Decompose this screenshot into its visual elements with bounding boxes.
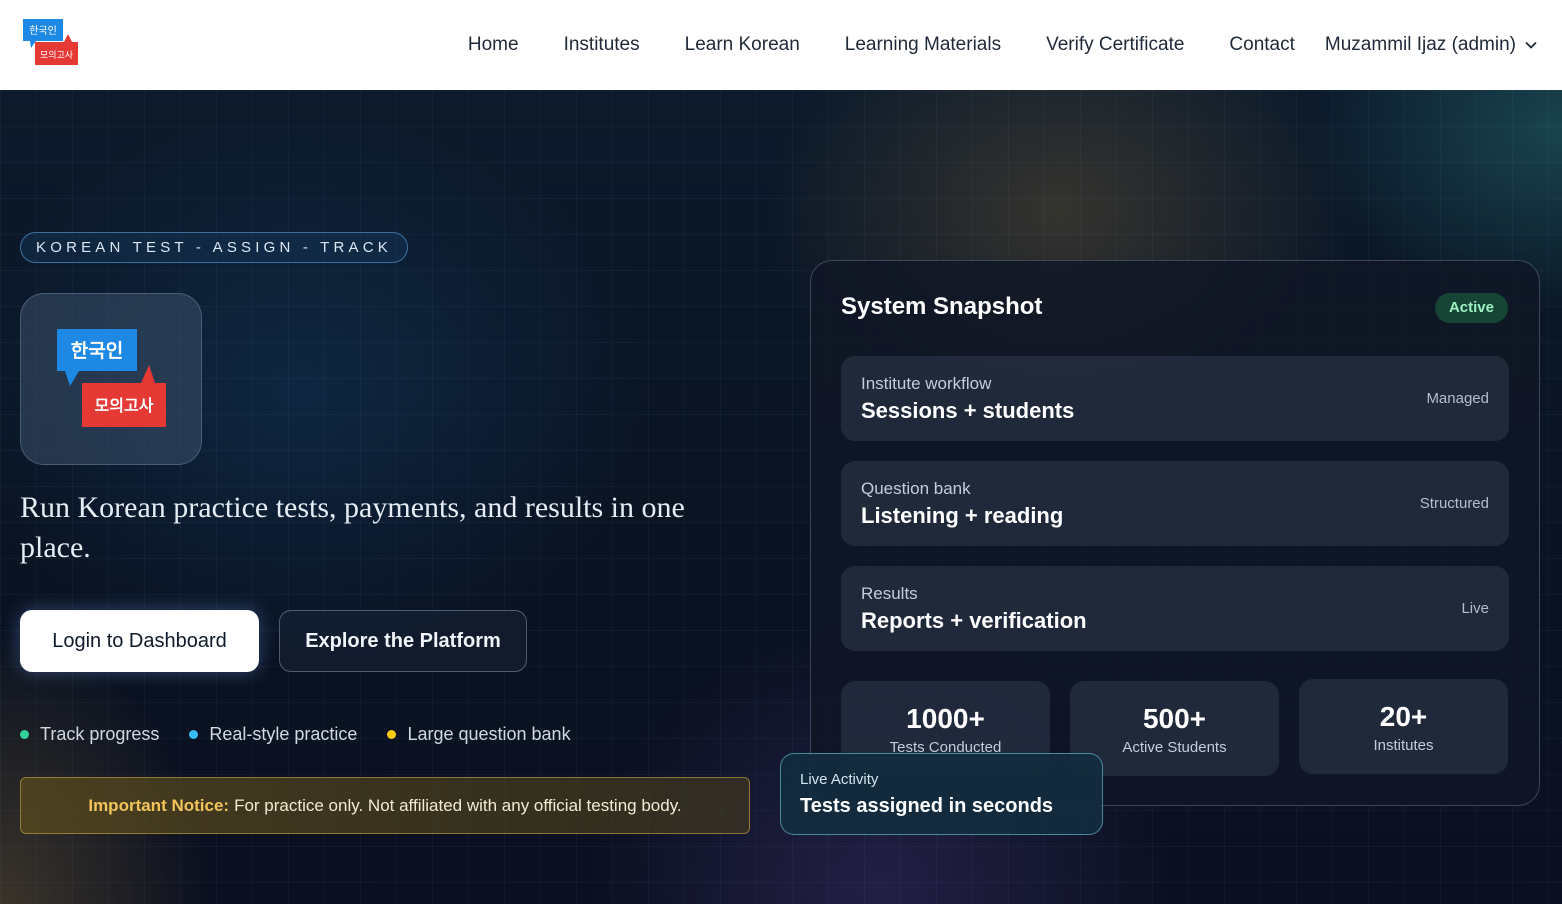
stat-value: 20+ <box>1379 701 1428 732</box>
feature-label: Track progress <box>40 724 160 744</box>
hero-section: KOREAN TEST - ASSIGN - TRACK 한국인 모의고사 Ru… <box>0 90 1562 904</box>
important-notice: Important Notice: For practice only. Not… <box>20 777 750 834</box>
explore-platform-button[interactable]: Explore the Platform <box>279 610 527 672</box>
logo-top-text: 한국인 <box>29 25 57 37</box>
row-value: Sessions + students <box>861 398 1075 423</box>
icon-top-text: 한국인 <box>71 340 123 362</box>
stat-institutes: 20+ Institutes <box>1299 679 1508 774</box>
notice-title: Important Notice: <box>88 795 230 815</box>
snapshot-row-institute: Institute workflow Sessions + students M… <box>841 356 1509 441</box>
brand-logo-icon: 한국인 모의고사 <box>57 329 166 427</box>
notice-text: For practice only. Not affiliated with a… <box>234 795 682 815</box>
nav-link-institutes[interactable]: Institutes <box>564 34 640 56</box>
row-status: Managed <box>1426 390 1489 407</box>
top-navbar: 한국인 모의고사 Home Institutes Learn Korean Le… <box>0 0 1562 90</box>
row-label: Results <box>861 584 918 603</box>
nav-links: Home Institutes Learn Korean Learning Ma… <box>423 0 1538 90</box>
blue-dot-icon <box>189 730 199 739</box>
chevron-down-icon <box>1525 41 1537 49</box>
hero-headline: Run Korean practice tests, payments, and… <box>20 491 685 564</box>
feature-item: Track progress <box>20 724 159 745</box>
logo-bottom-text: 모의고사 <box>40 50 74 61</box>
nav-link-contact[interactable]: Contact <box>1229 34 1294 56</box>
row-label: Institute workflow <box>861 374 992 393</box>
app-icon-tile: 한국인 모의고사 <box>20 293 202 465</box>
row-status: Structured <box>1419 495 1489 512</box>
status-badge: Active <box>1434 293 1508 323</box>
row-value: Listening + reading <box>861 503 1064 528</box>
feature-item: Real-style practice <box>189 724 357 745</box>
feature-list: Track progress Real-style practice Large… <box>20 724 601 745</box>
feature-label: Large question bank <box>407 724 571 744</box>
snapshot-title: System Snapshot <box>841 293 1043 320</box>
stat-value: 500+ <box>1142 703 1207 734</box>
nav-link-learn-korean[interactable]: Learn Korean <box>685 34 800 56</box>
nav-link-learning-materials[interactable]: Learning Materials <box>845 34 1001 56</box>
live-activity-value: Tests assigned in seconds <box>800 795 1054 817</box>
stat-label: Active Students <box>1122 739 1227 756</box>
snapshot-row-question-bank: Question bank Listening + reading Struct… <box>841 461 1509 546</box>
live-activity-card: Live Activity Tests assigned in seconds <box>780 753 1103 835</box>
live-activity-label: Live Activity <box>800 771 879 788</box>
feature-item: Large question bank <box>387 724 571 745</box>
snapshot-row-results: Results Reports + verification Live <box>841 566 1509 651</box>
user-menu[interactable]: Muzammil Ijaz (admin) <box>1325 34 1538 56</box>
row-label: Question bank <box>861 479 971 498</box>
site-logo[interactable]: 한국인 모의고사 <box>22 18 80 70</box>
stat-label: Institutes <box>1373 737 1434 754</box>
icon-bottom-text: 모의고사 <box>95 396 154 415</box>
stat-value: 1000+ <box>906 703 985 734</box>
yellow-dot-icon <box>387 730 397 739</box>
login-dashboard-button[interactable]: Login to Dashboard <box>20 610 259 672</box>
feature-label: Real-style practice <box>209 724 358 744</box>
nav-link-verify-certificate[interactable]: Verify Certificate <box>1046 34 1184 56</box>
row-status: Live <box>1461 600 1489 617</box>
green-dot-icon <box>20 730 29 739</box>
row-value: Reports + verification <box>861 608 1087 633</box>
user-name: Muzammil Ijaz (admin) <box>1324 34 1516 55</box>
nav-link-home[interactable]: Home <box>468 34 519 56</box>
hero-eyebrow: KOREAN TEST - ASSIGN - TRACK <box>20 232 408 263</box>
system-snapshot-card: System Snapshot Active Institute workflo… <box>810 260 1540 806</box>
